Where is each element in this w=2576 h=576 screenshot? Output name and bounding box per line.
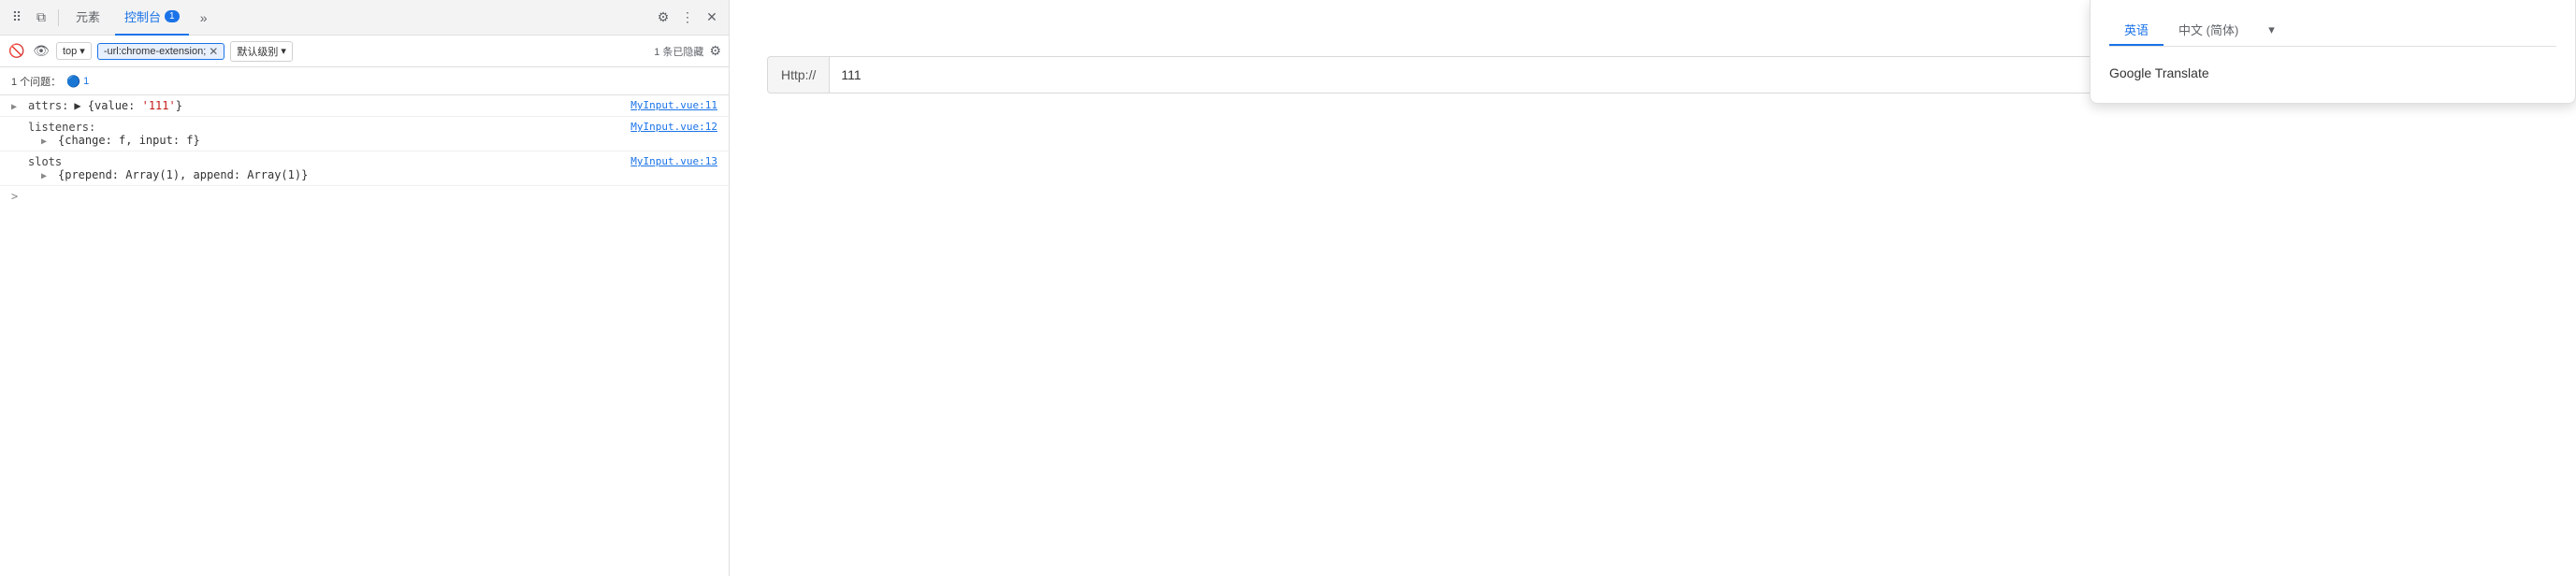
devtools-toolbar: ⠿ ⧉ 元素 控制台 1 » ⚙ ⋮ ✕ xyxy=(0,0,729,36)
translate-more-arrow-icon: ▾ xyxy=(2268,22,2275,36)
translate-tab-english[interactable]: 英语 xyxy=(2109,15,2164,46)
level-dropdown[interactable]: 默认级别 ▾ xyxy=(230,41,293,62)
row-key-listeners: listeners: xyxy=(28,121,95,134)
menu-icon[interactable]: ⋮ xyxy=(678,8,697,27)
hidden-count: 1 条已隐藏 xyxy=(654,44,703,59)
device-mode-icon[interactable]: ⧉ xyxy=(32,8,51,27)
context-dropdown[interactable]: top ▾ xyxy=(56,42,92,60)
issue-badge: 🔵 1 xyxy=(66,75,89,88)
filter-bar: 🚫 👁 top ▾ -url:chrome-extension; ✕ 默认级别 … xyxy=(0,36,729,67)
prompt-caret-icon: > xyxy=(11,190,18,203)
translate-tabs: 英语 中文 (简体) ▾ xyxy=(2109,15,2556,47)
level-dropdown-arrow-icon: ▾ xyxy=(281,45,286,57)
filter-settings-icon[interactable]: ⚙ xyxy=(709,43,721,59)
issue-badge-icon: 🔵 xyxy=(66,75,80,88)
translate-tab-chinese[interactable]: 中文 (简体) xyxy=(2164,15,2253,46)
console-badge: 1 xyxy=(165,10,180,22)
console-prompt: > xyxy=(0,186,729,207)
row-key-slots: slots xyxy=(28,155,62,168)
translate-tab-more[interactable]: ▾ xyxy=(2253,17,2290,45)
filter-chip: -url:chrome-extension; ✕ xyxy=(97,43,225,60)
issue-text: 1 个问题： xyxy=(11,74,61,89)
tab-console[interactable]: 控制台 1 xyxy=(115,0,189,36)
row-value-attrs: ▶ {value: '111'} xyxy=(74,99,182,112)
dropdown-arrow-icon: ▾ xyxy=(80,45,85,57)
expand-icon-listeners-sub[interactable] xyxy=(41,134,54,147)
toolbar-separator-1 xyxy=(58,9,59,26)
issue-badge-count: 1 xyxy=(83,76,89,87)
more-tabs-icon[interactable]: » xyxy=(195,8,213,27)
input-prefix: Http:// xyxy=(767,56,829,94)
clear-console-icon[interactable]: 🚫 xyxy=(7,42,26,61)
table-row: attrs: ▶ {value: '111'} MyInput.vue:11 xyxy=(0,95,729,117)
devtools-panel: ⠿ ⧉ 元素 控制台 1 » ⚙ ⋮ ✕ 🚫 👁 top ▾ -url:chro… xyxy=(0,0,730,576)
tab-elements[interactable]: 元素 xyxy=(66,0,109,36)
expand-icon-slots-sub[interactable] xyxy=(41,168,54,181)
eye-icon[interactable]: 👁 xyxy=(32,42,51,61)
row-value-listeners: {change: f, input: f} xyxy=(58,134,200,147)
issue-bar: 1 个问题： 🔵 1 xyxy=(0,67,729,95)
row-key-attrs: attrs: xyxy=(28,99,68,112)
source-link-slots[interactable]: MyInput.vue:13 xyxy=(630,155,717,168)
close-icon[interactable]: ✕ xyxy=(702,8,721,27)
source-link-attrs[interactable]: MyInput.vue:11 xyxy=(630,99,717,111)
console-content: attrs: ▶ {value: '111'} MyInput.vue:11 l… xyxy=(0,95,729,576)
select-element-icon[interactable]: ⠿ xyxy=(7,8,26,27)
settings-icon[interactable]: ⚙ xyxy=(654,8,673,27)
expand-icon[interactable] xyxy=(11,99,24,112)
table-row: slots MyInput.vue:13 {prepend: Array(1),… xyxy=(0,151,729,186)
row-value-slots: {prepend: Array(1), append: Array(1)} xyxy=(58,168,308,181)
translate-service-name: Google Translate xyxy=(2109,58,2556,88)
main-area: 英语 中文 (简体) ▾ Google Translate Http:// xyxy=(730,0,2576,576)
source-link-listeners[interactable]: MyInput.vue:12 xyxy=(630,121,717,134)
translate-popup: 英语 中文 (简体) ▾ Google Translate xyxy=(2090,0,2576,104)
table-row: listeners: MyInput.vue:12 {change: f, in… xyxy=(0,117,729,151)
filter-chip-close-icon[interactable]: ✕ xyxy=(209,46,218,57)
